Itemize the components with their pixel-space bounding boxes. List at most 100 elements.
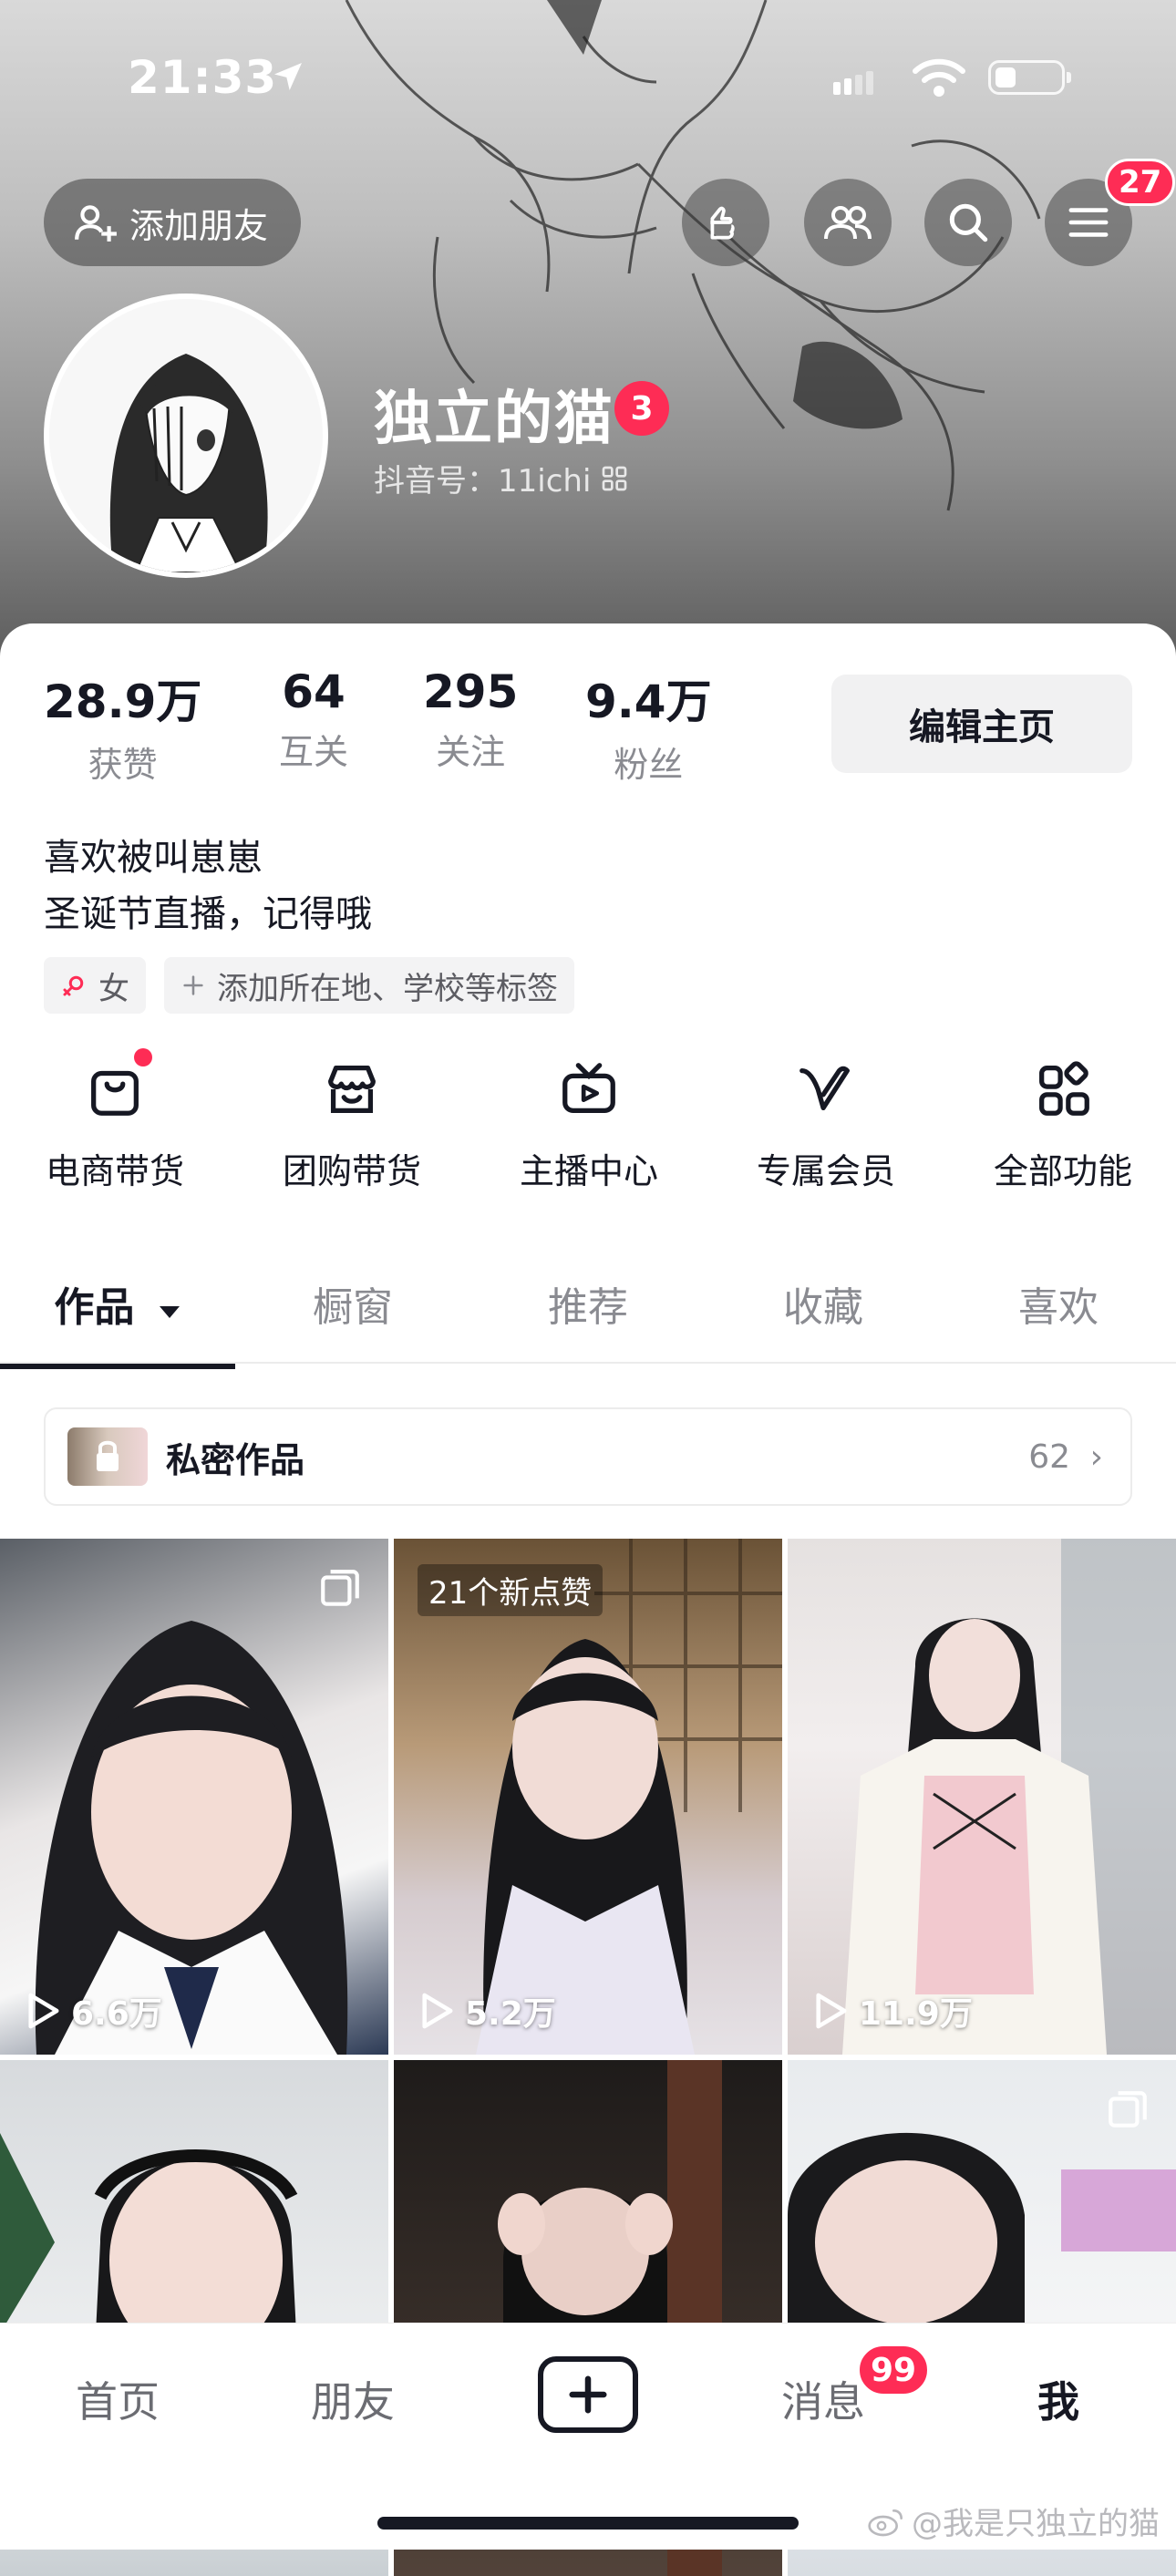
content-tabs: 作品 橱窗 推荐 收藏 喜欢	[0, 1252, 1176, 1364]
bio-line: 喜欢被叫崽崽	[44, 837, 263, 879]
watermark: @我是只独立的猫	[868, 2499, 1160, 2543]
stat-value: 9.4万	[585, 675, 712, 728]
caret-down-icon	[159, 1306, 180, 1318]
visitor-button[interactable]	[682, 179, 769, 266]
func-label: 团购带货	[282, 1151, 421, 1191]
gender-label: 女	[98, 970, 129, 1007]
play-count: 6.6万	[26, 1987, 162, 2035]
video-thumbnail[interactable]: 6.6万	[0, 1539, 388, 2055]
play-icon	[816, 1993, 847, 2029]
weibo-logo-icon	[868, 2509, 903, 2536]
multi-image-icon	[321, 1570, 359, 1606]
play-count-value: 5.2万	[465, 1995, 556, 2033]
func-all[interactable]: 全部功能	[963, 1057, 1163, 1193]
video-thumbnail[interactable]: 21个新点赞 5.2万	[394, 1539, 782, 2055]
private-works-title: 私密作品	[166, 1439, 305, 1480]
private-works-thumbnail	[67, 1427, 148, 1486]
lock-icon	[97, 1440, 119, 1471]
friends-group-button[interactable]	[804, 179, 892, 266]
stat-mutual[interactable]: 64 互关	[279, 665, 348, 774]
tab-label: 作品	[54, 1284, 135, 1331]
play-count: 11.9万	[813, 1987, 973, 2035]
notification-dot	[134, 1048, 152, 1066]
hamburger-menu-icon	[1068, 208, 1109, 237]
stat-followers[interactable]: 9.4万 粉丝	[585, 665, 712, 787]
stat-likes[interactable]: 28.9万 获赞	[44, 665, 201, 787]
tab-recommend[interactable]: 推荐	[470, 1274, 706, 1333]
func-label: 专属会员	[756, 1151, 895, 1191]
bio-line: 圣诞节直播，记得哦	[44, 893, 372, 935]
create-button[interactable]	[538, 2356, 638, 2433]
grid-icon	[1039, 1061, 1089, 1116]
signal-icon	[833, 71, 873, 95]
search-button[interactable]	[924, 179, 1012, 266]
status-bar: 21:33	[0, 51, 1176, 106]
status-time: 21:33	[128, 51, 278, 104]
tab-works[interactable]: 作品	[0, 1274, 235, 1333]
douyin-id-text: 抖音号：11ichi	[374, 463, 592, 500]
play-count-value: 6.6万	[71, 1995, 162, 2033]
stat-value: 28.9万	[44, 675, 202, 728]
nav-friends[interactable]: 朋友	[235, 2369, 470, 2429]
stat-value: 295	[423, 665, 519, 718]
chevron-right-icon: ›	[1089, 1437, 1103, 1476]
avatar-sketch-image	[49, 299, 323, 572]
video-cover-image	[842, 1539, 1176, 2055]
profile-panel: 28.9万 获赞 64 互关 295 关注 9.4万 粉丝 编辑主页 喜欢被叫崽…	[0, 623, 1176, 2576]
plus-icon	[569, 2375, 607, 2414]
func-vip[interactable]: 专属会员	[726, 1057, 926, 1193]
private-works-row[interactable]: 私密作品 62 ›	[44, 1407, 1132, 1506]
wifi-icon	[913, 58, 965, 97]
add-friend-label: 添加朋友	[129, 205, 269, 246]
location-arrow-icon	[274, 63, 302, 90]
gender-tag: 女	[44, 957, 146, 1014]
search-icon	[949, 203, 988, 242]
add-tag-label: 添加所在地、学校等标签	[217, 970, 558, 1007]
func-ecommerce[interactable]: 电商带货	[15, 1048, 215, 1193]
nickname: 独立的猫	[374, 386, 614, 453]
tab-favorites[interactable]: 收藏	[706, 1274, 941, 1333]
battery-icon	[988, 60, 1071, 95]
live-tv-icon	[562, 1063, 615, 1113]
tab-showcase[interactable]: 橱窗	[235, 1274, 470, 1333]
bottom-navigation: 首页 朋友 消息 99 我 @我是只独立的猫	[0, 2323, 1176, 2550]
new-likes-label: 21个新点赞	[418, 1564, 603, 1616]
play-count: 5.2万	[419, 1987, 556, 2035]
people-icon	[824, 206, 872, 240]
stat-value: 64	[282, 665, 346, 718]
bio: 喜欢被叫崽崽 圣诞节直播，记得哦	[44, 829, 372, 943]
add-tag-button[interactable]: 添加所在地、学校等标签	[164, 957, 574, 1014]
home-indicator[interactable]	[377, 2517, 799, 2530]
pointing-hand-icon	[710, 206, 735, 240]
func-groupbuy[interactable]: 团购带货	[252, 1057, 452, 1193]
nav-me[interactable]: 我	[941, 2369, 1176, 2429]
shopping-bag-icon	[91, 1070, 139, 1116]
func-streamer-center[interactable]: 主播中心	[489, 1057, 689, 1193]
video-thumbnail[interactable]: 11.9万	[788, 1539, 1176, 2055]
menu-badge: 27	[1105, 159, 1176, 206]
func-label: 电商带货	[45, 1151, 184, 1191]
func-label: 主播中心	[519, 1151, 658, 1191]
play-icon	[28, 1993, 59, 2029]
edit-profile-button[interactable]: 编辑主页	[831, 675, 1132, 773]
tab-likes[interactable]: 喜欢	[941, 1274, 1176, 1333]
play-icon	[422, 1993, 453, 2029]
stat-label: 获赞	[88, 745, 158, 785]
profile-cover[interactable]: 21:33 添加朋友 27 独立的猫 3 抖音号：11ichi	[0, 0, 1176, 656]
female-icon	[63, 975, 84, 996]
multi-image-icon	[1109, 2091, 1147, 2128]
qr-code-icon	[603, 466, 627, 490]
video-cover-image	[35, 1621, 348, 2055]
watermark-text: @我是只独立的猫	[912, 2506, 1160, 2542]
vip-icon	[799, 1066, 850, 1111]
stat-following[interactable]: 295 关注	[423, 665, 518, 774]
nav-home[interactable]: 首页	[0, 2369, 235, 2429]
private-works-count: 62	[1028, 1437, 1070, 1476]
active-tab-indicator	[0, 1364, 235, 1369]
add-friend-button[interactable]: 添加朋友	[44, 179, 301, 266]
avatar[interactable]	[44, 294, 328, 578]
play-count-value: 11.9万	[859, 1995, 973, 2033]
nickname-badge[interactable]: 3	[614, 381, 669, 436]
douyin-id[interactable]: 抖音号：11ichi	[374, 456, 629, 500]
stat-label: 粉丝	[614, 745, 684, 785]
